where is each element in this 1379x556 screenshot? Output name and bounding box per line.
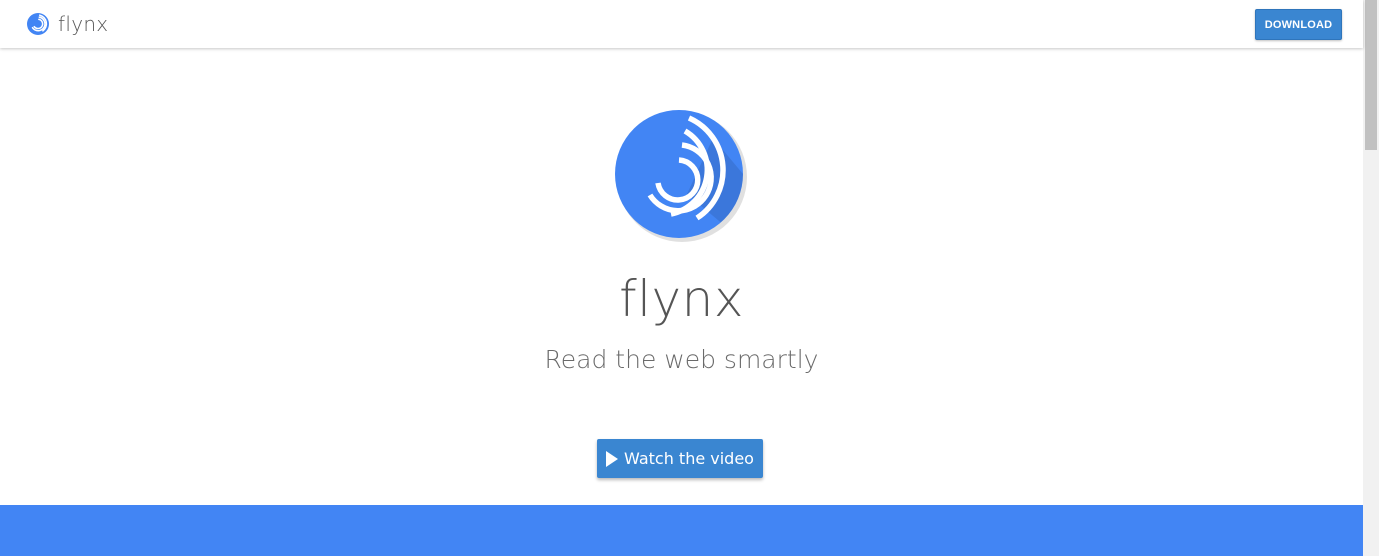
brand-name: flynx — [58, 12, 109, 36]
flynx-logo-icon — [615, 110, 747, 242]
brand-home-link[interactable]: flynx — [27, 11, 108, 37]
watch-video-button[interactable]: Watch the video — [597, 439, 763, 478]
download-button[interactable]: DOWNLOAD — [1255, 9, 1342, 40]
watch-video-label: Watch the video — [624, 449, 754, 468]
features-section-band — [0, 505, 1363, 556]
hero-tagline: Read the web smartly — [544, 345, 819, 374]
page-scrollbar[interactable] — [1363, 0, 1379, 556]
flynx-logo-icon — [27, 13, 49, 35]
hero-title: flynx — [619, 270, 744, 328]
scrollbar-thumb[interactable] — [1365, 0, 1377, 150]
top-navbar: flynx DOWNLOAD — [0, 0, 1363, 48]
hero-section: flynx Read the web smartly Watch the vid… — [0, 48, 1363, 505]
play-icon — [606, 450, 619, 467]
